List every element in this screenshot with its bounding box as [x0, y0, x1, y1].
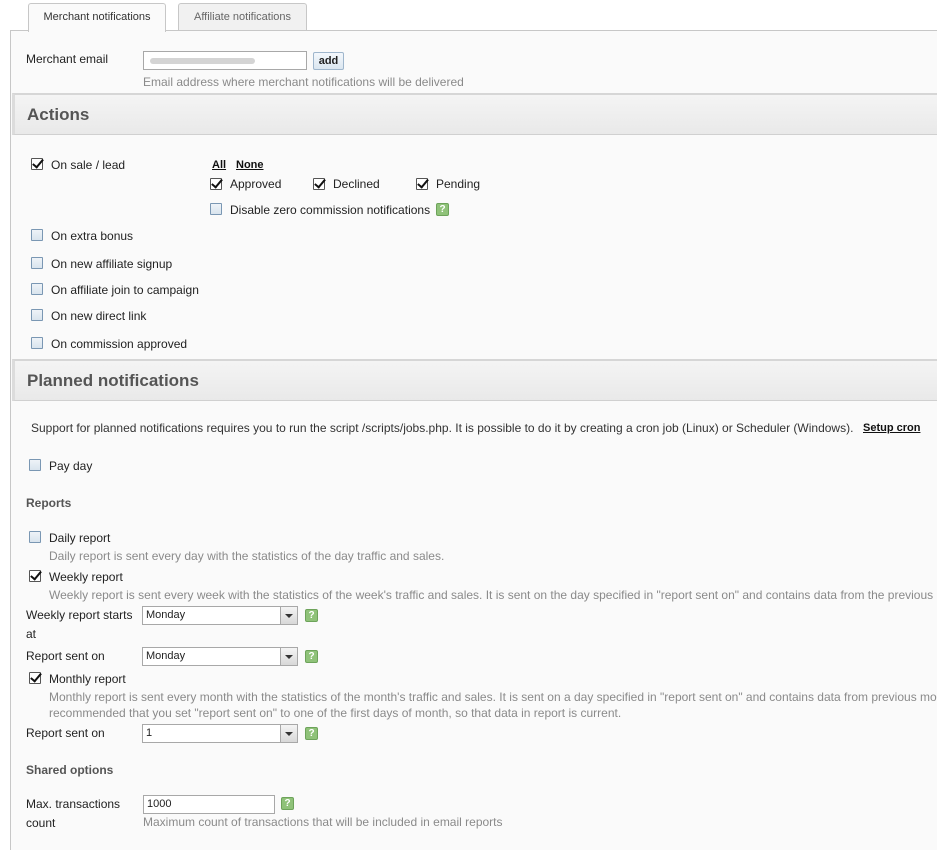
- monthly-report-label: Monthly report: [49, 672, 126, 686]
- on-affiliate-join-campaign-label: On affiliate join to campaign: [51, 283, 199, 297]
- weekly-starts-value: Monday: [146, 609, 186, 621]
- help-icon[interactable]: ?: [305, 609, 318, 622]
- on-extra-bonus-checkbox[interactable]: [31, 229, 43, 241]
- reports-heading: Reports: [26, 496, 72, 510]
- help-icon[interactable]: ?: [305, 727, 318, 740]
- merchant-email-description: Email address where merchant notificatio…: [143, 75, 464, 89]
- monthly-sent-on-select[interactable]: 1: [142, 724, 298, 743]
- help-icon[interactable]: ?: [436, 203, 449, 216]
- merchant-email-label: Merchant email: [26, 52, 109, 66]
- monthly-report-description-line1: Monthly report is sent every month with …: [49, 690, 937, 704]
- daily-report-checkbox[interactable]: [29, 531, 41, 543]
- weekly-report-checkbox[interactable]: [29, 570, 41, 582]
- chevron-down-icon: [280, 648, 297, 665]
- weekly-starts-label-at: at: [26, 627, 37, 641]
- disable-zero-commission-label: Disable zero commission notifications: [230, 203, 431, 217]
- weekly-sent-on-value: Monday: [146, 650, 186, 662]
- blurred-email-mask: [150, 58, 255, 64]
- on-sale-checkbox[interactable]: [31, 158, 43, 170]
- actions-section-header: [12, 93, 937, 135]
- planned-support-text: Support for planned notifications requir…: [31, 421, 854, 435]
- on-affiliate-join-campaign-checkbox[interactable]: [31, 283, 43, 295]
- on-commission-approved-checkbox[interactable]: [31, 337, 43, 349]
- weekly-report-description: Weekly report is sent every week with th…: [49, 588, 934, 602]
- on-commission-approved-label: On commission approved: [51, 337, 188, 351]
- approved-label: Approved: [230, 177, 282, 191]
- pending-label: Pending: [436, 177, 481, 191]
- tab-merchant-notifications[interactable]: Merchant notifications: [28, 3, 166, 32]
- select-none-link[interactable]: None: [236, 159, 264, 171]
- on-new-affiliate-signup-checkbox[interactable]: [31, 257, 43, 269]
- declined-label: Declined: [333, 177, 380, 191]
- daily-report-description: Daily report is sent every day with the …: [49, 549, 445, 563]
- max-transactions-label: Max. transactions: [26, 797, 121, 811]
- chevron-down-icon: [280, 607, 297, 624]
- monthly-sent-on-value: 1: [146, 727, 153, 739]
- shared-options-heading: Shared options: [26, 763, 114, 777]
- max-transactions-input[interactable]: 1000: [143, 795, 275, 814]
- help-icon[interactable]: ?: [305, 650, 318, 663]
- pending-checkbox[interactable]: [416, 178, 428, 190]
- on-extra-bonus-label: On extra bonus: [51, 229, 134, 243]
- approved-checkbox[interactable]: [210, 178, 222, 190]
- monthly-report-checkbox[interactable]: [29, 672, 41, 684]
- weekly-starts-select[interactable]: Monday: [142, 606, 298, 625]
- pay-day-label: Pay day: [49, 459, 93, 473]
- declined-checkbox[interactable]: [313, 178, 325, 190]
- max-transactions-description: Maximum count of transactions that will …: [143, 815, 503, 829]
- daily-report-label: Daily report: [49, 531, 111, 545]
- max-transactions-label-count: count: [26, 816, 56, 830]
- on-new-direct-link-checkbox[interactable]: [31, 309, 43, 321]
- add-email-button[interactable]: add: [313, 52, 344, 70]
- select-all-link[interactable]: All: [212, 159, 226, 171]
- monthly-sent-on-label: Report sent on: [26, 726, 105, 740]
- help-icon[interactable]: ?: [281, 797, 294, 810]
- weekly-sent-on-select[interactable]: Monday: [142, 647, 298, 666]
- on-new-direct-link-label: On new direct link: [51, 309, 147, 323]
- disable-zero-commission-checkbox[interactable]: [210, 203, 222, 215]
- setup-cron-link[interactable]: Setup cron: [863, 422, 920, 434]
- weekly-report-label: Weekly report: [49, 570, 123, 584]
- tab-affiliate-notifications[interactable]: Affiliate notifications: [178, 3, 307, 31]
- weekly-sent-on-label: Report sent on: [26, 649, 105, 663]
- weekly-starts-label: Weekly report starts: [26, 608, 133, 622]
- chevron-down-icon: [280, 725, 297, 742]
- monthly-report-description-line2: recommended that you set "report sent on…: [49, 706, 622, 720]
- pay-day-checkbox[interactable]: [29, 459, 41, 471]
- actions-title: Actions: [27, 105, 90, 124]
- merchant-email-input[interactable]: [143, 51, 307, 70]
- on-sale-label: On sale / lead: [51, 158, 126, 172]
- planned-title: Planned notifications: [27, 371, 199, 390]
- on-new-affiliate-signup-label: On new affiliate signup: [51, 257, 173, 271]
